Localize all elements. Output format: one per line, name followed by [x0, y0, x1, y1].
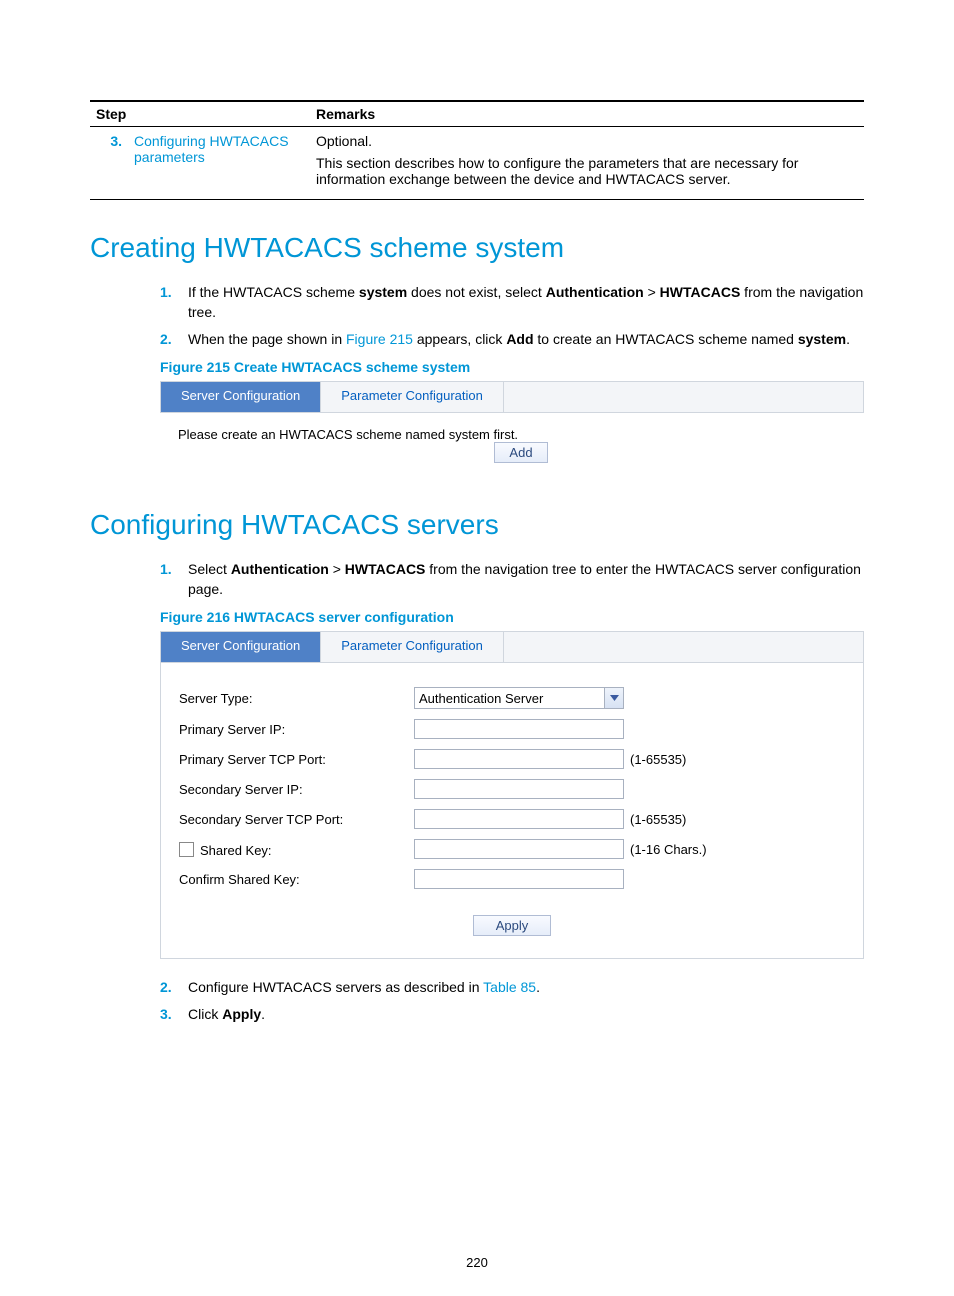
table-85-link[interactable]: Table 85: [483, 979, 536, 995]
label-confirm-key: Confirm Shared Key:: [179, 872, 414, 887]
heading-creating-scheme: Creating HWTACACS scheme system: [90, 232, 864, 264]
step-link[interactable]: Configuring HWTACACS parameters: [134, 133, 289, 165]
select-value: Authentication Server: [419, 691, 543, 706]
label-secondary-port: Secondary Server TCP Port:: [179, 812, 414, 827]
list-item: 2. When the page shown in Figure 215 app…: [160, 329, 864, 349]
row-confirm-key: Confirm Shared Key:: [179, 869, 845, 889]
label-shared-key: Shared Key:: [179, 840, 414, 858]
tab-server-configuration[interactable]: Server Configuration: [161, 632, 321, 662]
th-step: Step: [90, 101, 310, 127]
row-server-type: Server Type: Authentication Server: [179, 687, 845, 709]
hint-primary-port: (1-65535): [630, 752, 686, 767]
tab-server-configuration[interactable]: Server Configuration: [161, 382, 321, 412]
figure-215-panel: Server Configuration Parameter Configura…: [160, 381, 864, 477]
apply-button[interactable]: Apply: [473, 915, 552, 936]
tab-bar: Server Configuration Parameter Configura…: [160, 631, 864, 663]
input-confirm-key[interactable]: [414, 869, 624, 889]
label-primary-ip: Primary Server IP:: [179, 722, 414, 737]
list-num: 1.: [160, 282, 172, 302]
row-primary-ip: Primary Server IP:: [179, 719, 845, 739]
hint-shared-key: (1-16 Chars.): [630, 842, 707, 857]
add-button[interactable]: Add: [494, 442, 547, 463]
tab-parameter-configuration[interactable]: Parameter Configuration: [321, 632, 504, 662]
step-number: 3.: [90, 127, 128, 200]
list-num: 3.: [160, 1004, 172, 1024]
remarks-cell: Optional. This section describes how to …: [310, 127, 864, 200]
input-secondary-ip[interactable]: [414, 779, 624, 799]
list-num: 2.: [160, 329, 172, 349]
list-num: 2.: [160, 977, 172, 997]
step-table: Step Remarks 3. Configuring HWTACACS par…: [90, 100, 864, 200]
list-num: 1.: [160, 559, 172, 579]
input-primary-ip[interactable]: [414, 719, 624, 739]
tab-bar: Server Configuration Parameter Configura…: [160, 381, 864, 413]
list-item: 3. Click Apply.: [160, 1004, 864, 1024]
select-server-type[interactable]: Authentication Server: [414, 687, 624, 709]
row-primary-port: Primary Server TCP Port: (1-65535): [179, 749, 845, 769]
list-item: 1. If the HWTACACS scheme system does no…: [160, 282, 864, 323]
step-link-cell: Configuring HWTACACS parameters: [128, 127, 310, 200]
remark-desc: This section describes how to configure …: [316, 155, 858, 187]
page-number: 220: [0, 1255, 954, 1270]
list-item: 2. Configure HWTACACS servers as describ…: [160, 977, 864, 997]
label-secondary-ip: Secondary Server IP:: [179, 782, 414, 797]
create-scheme-message: Please create an HWTACACS scheme named s…: [178, 427, 864, 442]
figure-215-caption: Figure 215 Create HWTACACS scheme system: [160, 359, 864, 375]
row-secondary-port: Secondary Server TCP Port: (1-65535): [179, 809, 845, 829]
row-shared-key: Shared Key: (1-16 Chars.): [179, 839, 845, 859]
row-secondary-ip: Secondary Server IP:: [179, 779, 845, 799]
table-row: 3. Configuring HWTACACS parameters Optio…: [90, 127, 864, 200]
heading-configuring-servers: Configuring HWTACACS servers: [90, 509, 864, 541]
figure-216-caption: Figure 216 HWTACACS server configuration: [160, 609, 864, 625]
input-primary-port[interactable]: [414, 749, 624, 769]
input-secondary-port[interactable]: [414, 809, 624, 829]
list-item: 1. Select Authentication > HWTACACS from…: [160, 559, 864, 600]
label-server-type: Server Type:: [179, 691, 414, 706]
remark-optional: Optional.: [316, 133, 858, 149]
figure-216-panel: Server Configuration Parameter Configura…: [160, 631, 864, 959]
hint-secondary-port: (1-65535): [630, 812, 686, 827]
figure-215-link[interactable]: Figure 215: [346, 331, 413, 347]
checkbox-shared-key[interactable]: [179, 842, 194, 857]
input-shared-key[interactable]: [414, 839, 624, 859]
label-primary-port: Primary Server TCP Port:: [179, 752, 414, 767]
chevron-down-icon: [604, 688, 623, 708]
tab-parameter-configuration[interactable]: Parameter Configuration: [321, 382, 504, 412]
th-remarks: Remarks: [310, 101, 864, 127]
